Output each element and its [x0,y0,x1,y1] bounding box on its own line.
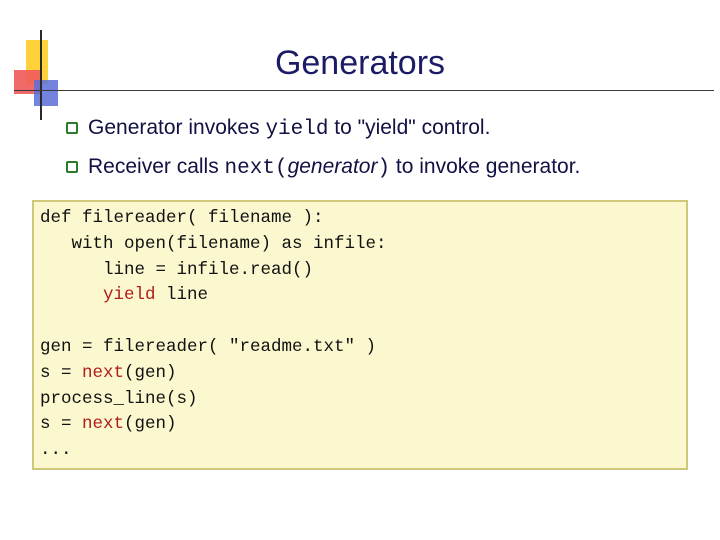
code-line: def filereader( filename ): [40,206,680,232]
bullet-text: Generator invokes [88,116,266,139]
code-text: line = infile.read() [40,259,314,280]
bullet-code: yield [265,118,329,141]
code-text: s = [40,362,83,383]
code-text: ... [40,440,72,461]
checkbox-bullet-icon [66,122,78,134]
decor-blue-block [34,80,58,106]
code-text: line [155,285,209,306]
code-line: process_line(s) [40,387,680,413]
code-block: def filereader( filename ): with open(fi… [32,200,688,470]
code-keyword: next [82,414,125,435]
bullet-italic: generator [287,155,378,178]
bullet-item-1: Generator invokes yield to "yield" contr… [66,116,490,141]
code-text: def filereader( filename ): [40,208,324,228]
code-text: (gen) [124,362,177,383]
code-line: s = next(gen) [40,412,680,438]
slide-title: Generators [274,44,446,82]
bullet-item-2: Receiver calls next(generator) to invoke… [66,155,580,180]
code-line: gen = filereader( "readme.txt" ) [40,335,680,361]
code-text: with open(filename) as infile: [40,233,387,254]
bullet-code: ) [377,157,391,180]
code-text: process_line(s) [40,388,198,409]
title-underline [14,90,714,91]
bullet-code: next( [224,157,288,180]
code-line: yield line [40,283,680,309]
code-line: with open(filename) as infile: [40,232,680,258]
code-line: ... [40,438,680,464]
bullet-text: Receiver calls [88,155,225,178]
code-keyword: next [82,362,125,383]
code-text: s = [40,414,83,435]
code-keyword: yield [103,285,156,306]
checkbox-bullet-icon [66,161,78,173]
code-text: gen = filereader( "readme.txt" ) [40,336,377,357]
code-line: s = next(gen) [40,361,680,387]
code-line: line = infile.read() [40,258,680,284]
code-text: (gen) [124,414,177,435]
bullet-text: to invoke generator. [390,155,581,178]
bullet-text: to "yield" control. [328,116,491,139]
